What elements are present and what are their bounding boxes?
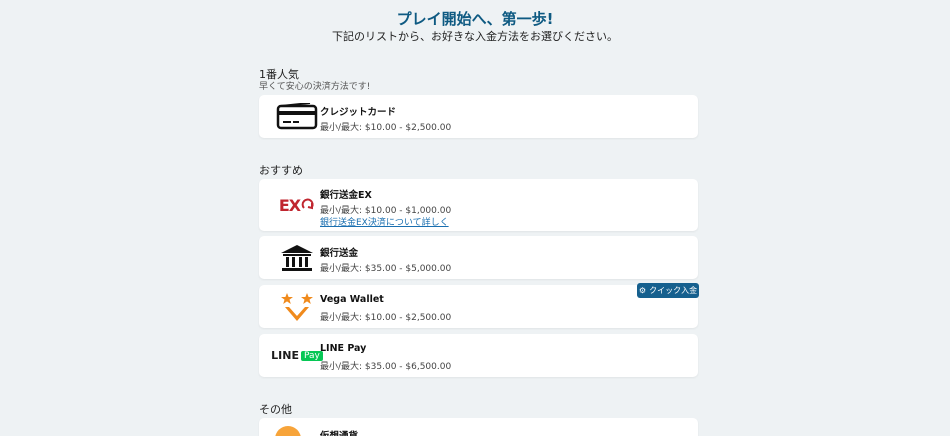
line-pay-logo: LINE Pay [267,334,327,377]
page-subtitle: 下記のリストから、お好きな入金方法をお選びください。 [332,30,618,43]
bank-transfer-ex-logo: EX [267,179,327,231]
page-title: プレイ開始へ、第一歩! [396,10,554,28]
bank-icon [267,236,327,279]
payment-method-credit-card[interactable]: クレジットカード 最小/最大: $10.00 - $2,500.00 [259,95,698,138]
gear-icon: ⚙ [638,286,647,295]
crypto-coin-icon [275,426,301,436]
method-limits: 最小/最大: $35.00 - $6,500.00 [320,362,452,372]
method-name: 銀行送金 [320,248,359,259]
method-limits: 最小/最大: $10.00 - $2,500.00 [320,123,452,133]
method-name: 仮想通貨 [320,428,358,436]
section-subtitle-popular: 早くて安心の決済方法です! [259,82,371,92]
method-name: クレジットカード [320,107,397,118]
payment-method-line-pay[interactable]: LINE Pay LINE Pay 最小/最大: $35.00 - $6,500… [259,334,698,377]
payment-method-bank-ex[interactable]: EX 銀行送金EX 最小/最大: $10.00 - $1,000.00 銀行送金… [259,179,698,231]
vega-wallet-logo [267,285,327,328]
quick-deposit-badge: ⚙ クイック入金 [637,283,699,298]
bank-ex-details-link[interactable]: 銀行送金EX決済について詳しく [320,215,449,228]
section-title-other: その他 [259,403,292,416]
method-name: 銀行送金EX [320,190,372,201]
section-title-recommended: おすすめ [259,164,303,177]
payment-method-vega-wallet[interactable]: Vega Wallet 最小/最大: $10.00 - $2,500.00 [259,285,698,328]
method-limits: 最小/最大: $35.00 - $5,000.00 [320,264,452,274]
method-name: Vega Wallet [320,294,384,305]
method-name: LINE Pay [320,343,367,354]
payment-method-crypto[interactable]: 仮想通貨 [259,418,698,436]
credit-card-icon [267,95,327,138]
payment-method-bank[interactable]: 銀行送金 最小/最大: $35.00 - $5,000.00 [259,236,698,279]
method-limits: 最小/最大: $10.00 - $2,500.00 [320,313,452,323]
